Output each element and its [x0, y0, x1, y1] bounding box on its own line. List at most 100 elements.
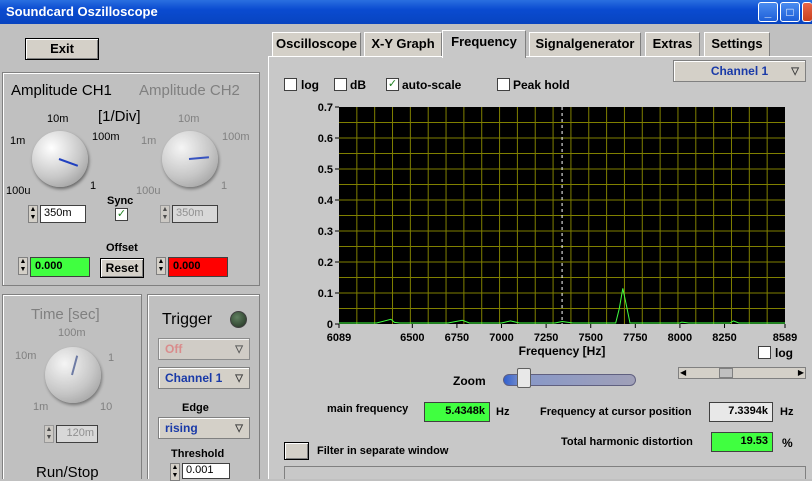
ch2-value-spinner[interactable]: ▲ ▼: [160, 205, 170, 223]
cursor-frequency-value: 7.3394k: [709, 402, 773, 422]
sync-checkbox[interactable]: ✓: [115, 208, 128, 221]
tab-signalgenerator[interactable]: Signalgenerator: [529, 32, 641, 56]
spectrum-chart: 0 0.1 0.2 0.3 0.4 0.5 0.6 0.7 6089 6500 6750 7000 7…: [318, 102, 798, 358]
autoscale-checkbox[interactable]: ✓: [386, 78, 399, 91]
edge-dropdown[interactable]: rising ▽: [158, 417, 250, 439]
tab-settings[interactable]: Settings: [704, 32, 770, 56]
y-tick-label: 0: [327, 319, 333, 331]
main-frequency-value: 5.4348k: [424, 402, 490, 422]
reset-button[interactable]: Reset: [100, 258, 144, 278]
ch2-tick-100u: 100u: [136, 185, 161, 197]
scroll-right-icon: ▶: [797, 368, 804, 377]
threshold-field[interactable]: 0.001: [182, 463, 230, 479]
ch2-title: Amplitude CH2: [139, 82, 240, 99]
x-tick-label: 7250: [534, 332, 558, 344]
scroll-left-icon: ◀: [680, 368, 687, 377]
sync-label: Sync: [107, 195, 134, 207]
peakhold-label: Peak hold: [513, 78, 570, 92]
ch1-value-spinner[interactable]: ▲ ▼: [28, 205, 38, 223]
trigger-title: Trigger: [162, 311, 213, 328]
time-tick-100m: 100m: [58, 327, 86, 339]
y-tick-label: 0.6: [318, 133, 333, 145]
offset-label: Offset: [106, 242, 138, 254]
thd-value: 19.53: [711, 432, 773, 452]
ch1-tick-100m: 100m: [92, 131, 120, 143]
ch2-offset-spinner[interactable]: ▲ ▼: [156, 257, 166, 275]
x-tick-label: 8589: [773, 332, 797, 344]
time-value-spinner[interactable]: ▲ ▼: [44, 425, 54, 443]
x-log-checkbox[interactable]: [758, 346, 771, 359]
ch1-value-field[interactable]: 350m: [40, 205, 86, 223]
trigger-led: [230, 311, 247, 328]
ch1-offset-field[interactable]: 0.000: [30, 257, 90, 277]
filter-window-toggle[interactable]: [284, 442, 309, 460]
thd-label: Total harmonic distortion: [561, 436, 693, 448]
maximize-button[interactable]: □: [780, 2, 800, 22]
trigger-mode-dropdown[interactable]: Off ▽: [158, 338, 250, 360]
x-tick-label: 8000: [668, 332, 692, 344]
time-tick-1: 1: [108, 352, 115, 364]
ch2-offset-field[interactable]: 0.000: [168, 257, 228, 277]
ch2-tick-1m: 1m: [141, 135, 157, 147]
time-value-field[interactable]: 120m: [56, 425, 98, 443]
y-tick-label: 0.2: [318, 257, 333, 269]
runstop-label: Run/Stop: [36, 464, 99, 481]
ch1-title: Amplitude CH1: [11, 82, 112, 99]
x-tick-label: 6089: [327, 332, 351, 344]
thd-unit: %: [782, 436, 793, 450]
tab-oscilloscope[interactable]: Oscilloscope: [272, 32, 361, 56]
tab-xy-graph[interactable]: X-Y Graph: [364, 32, 442, 56]
y-tick-label: 0.1: [318, 288, 333, 300]
time-tick-10: 10: [100, 401, 113, 413]
x-tick-label: 7750: [623, 332, 647, 344]
ch1-tick-10m: 10m: [47, 113, 69, 125]
trigger-channel-dropdown[interactable]: Channel 1 ▽: [158, 367, 250, 389]
window-title: Soundcard Oszilloscope: [6, 4, 158, 19]
time-tick-1m: 1m: [33, 401, 49, 413]
ch2-amplitude-knob[interactable]: [162, 131, 218, 187]
tab-frequency[interactable]: Frequency: [442, 30, 526, 58]
edge-label: Edge: [182, 402, 209, 414]
scrollbar-thumb: [719, 368, 733, 378]
ch1-tick-100u: 100u: [6, 185, 31, 197]
exit-button[interactable]: Exit: [25, 38, 99, 60]
channel-dropdown[interactable]: Channel 1 ▽: [673, 60, 806, 82]
ch2-tick-1: 1: [221, 180, 228, 192]
ch1-tick-1: 1: [90, 180, 97, 192]
y-tick-label: 0.3: [318, 226, 333, 238]
ch2-value-field[interactable]: 350m: [172, 205, 218, 223]
x-log-label: log: [775, 346, 793, 360]
peakhold-checkbox[interactable]: [497, 78, 510, 91]
ch1-offset-spinner[interactable]: ▲ ▼: [18, 257, 28, 275]
title-bar: Soundcard Oszilloscope _ □: [0, 0, 812, 24]
threshold-label: Threshold: [171, 448, 225, 460]
y-tick-label: 0.4: [318, 195, 334, 207]
ch1-amplitude-knob[interactable]: [32, 131, 88, 187]
db-label: dB: [350, 78, 366, 92]
ch2-tick-10m: 10m: [178, 113, 200, 125]
x-axis-label: Frequency [Hz]: [519, 344, 606, 358]
time-tick-10m: 10m: [15, 350, 37, 362]
zoom-slider-thumb[interactable]: [517, 368, 531, 388]
cursor-frequency-unit: Hz: [780, 406, 794, 418]
ch2-tick-100m: 100m: [222, 131, 250, 143]
cursor-frequency-label: Frequency at cursor position: [540, 406, 692, 418]
autoscale-label: auto-scale: [402, 78, 462, 92]
db-checkbox[interactable]: [334, 78, 347, 91]
minimize-button[interactable]: _: [758, 2, 778, 22]
ch1-tick-1m: 1m: [10, 135, 26, 147]
horizontal-scrollbar[interactable]: ◀ ▶: [678, 367, 806, 379]
log-label: log: [301, 78, 319, 92]
x-tick-label: 7500: [578, 332, 602, 344]
x-tick-label: 6750: [445, 332, 469, 344]
tab-extras[interactable]: Extras: [645, 32, 700, 56]
close-button[interactable]: [802, 2, 812, 22]
bottom-panel: [284, 466, 806, 479]
y-tick-label: 0.5: [318, 164, 333, 176]
main-frequency-unit: Hz: [496, 406, 510, 418]
threshold-spinner[interactable]: ▲ ▼: [170, 463, 180, 481]
amplitude-unit: [1/Div]: [98, 108, 141, 125]
time-knob[interactable]: [45, 347, 101, 403]
log-checkbox[interactable]: [284, 78, 297, 91]
main-frequency-label: main frequency: [327, 403, 409, 415]
